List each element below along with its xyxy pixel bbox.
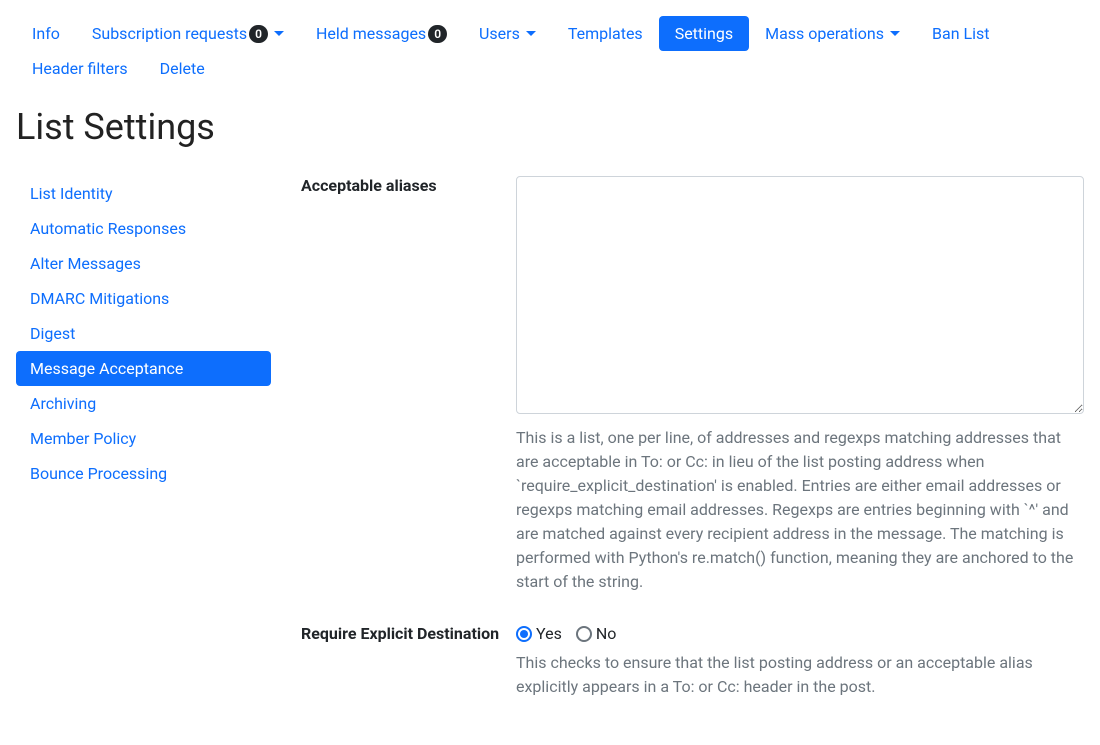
field-require-explicit-destination: Require Explicit Destination Yes No This…	[301, 624, 1084, 699]
chevron-down-icon	[890, 31, 900, 36]
radio-yes-label: Yes	[536, 624, 562, 643]
chevron-down-icon	[526, 31, 536, 36]
radio-no-label: No	[596, 624, 617, 643]
sidebar-item-digest[interactable]: Digest	[16, 316, 271, 351]
nav-held-messages-label: Held messages	[316, 24, 426, 43]
chevron-down-icon	[274, 31, 284, 36]
nav-subscription-requests-label: Subscription requests	[92, 24, 247, 43]
settings-sidebar: List Identity Automatic Responses Alter …	[16, 176, 271, 729]
nav-held-messages[interactable]: Held messages 0	[300, 16, 463, 51]
require-dest-yes-radio[interactable]: Yes	[516, 624, 562, 643]
acceptable-aliases-label: Acceptable aliases	[301, 176, 437, 195]
field-acceptable-aliases: Acceptable aliases This is a list, one p…	[301, 176, 1084, 594]
page-title: List Settings	[16, 106, 1084, 148]
sidebar-item-automatic-responses[interactable]: Automatic Responses	[16, 211, 271, 246]
subscription-requests-badge: 0	[249, 25, 268, 43]
nav-header-filters[interactable]: Header filters	[16, 51, 144, 86]
radio-icon	[576, 626, 592, 642]
acceptable-aliases-help: This is a list, one per line, of address…	[516, 426, 1084, 594]
nav-users-label: Users	[479, 24, 520, 43]
sidebar-item-alter-messages[interactable]: Alter Messages	[16, 246, 271, 281]
nav-mass-operations[interactable]: Mass operations	[749, 16, 916, 51]
settings-content: Acceptable aliases This is a list, one p…	[301, 176, 1084, 729]
sidebar-item-member-policy[interactable]: Member Policy	[16, 421, 271, 456]
sidebar-item-list-identity[interactable]: List Identity	[16, 176, 271, 211]
radio-icon	[516, 626, 532, 642]
sidebar-item-message-acceptance[interactable]: Message Acceptance	[16, 351, 271, 386]
require-explicit-destination-help: This checks to ensure that the list post…	[516, 651, 1084, 699]
nav-info[interactable]: Info	[16, 16, 76, 51]
sidebar-item-dmarc-mitigations[interactable]: DMARC Mitigations	[16, 281, 271, 316]
acceptable-aliases-input[interactable]	[516, 176, 1084, 414]
sidebar-item-bounce-processing[interactable]: Bounce Processing	[16, 456, 271, 491]
require-dest-no-radio[interactable]: No	[576, 624, 617, 643]
held-messages-badge: 0	[428, 25, 447, 43]
nav-settings[interactable]: Settings	[659, 16, 749, 51]
require-explicit-destination-label: Require Explicit Destination	[301, 624, 499, 643]
nav-subscription-requests[interactable]: Subscription requests 0	[76, 16, 300, 51]
nav-users[interactable]: Users	[463, 16, 552, 51]
nav-mass-operations-label: Mass operations	[765, 24, 884, 43]
nav-delete[interactable]: Delete	[144, 51, 221, 86]
settings-layout: List Identity Automatic Responses Alter …	[16, 176, 1084, 729]
sidebar-item-archiving[interactable]: Archiving	[16, 386, 271, 421]
nav-templates[interactable]: Templates	[552, 16, 659, 51]
nav-ban-list[interactable]: Ban List	[916, 16, 1005, 51]
top-nav: Info Subscription requests 0 Held messag…	[16, 16, 1084, 86]
